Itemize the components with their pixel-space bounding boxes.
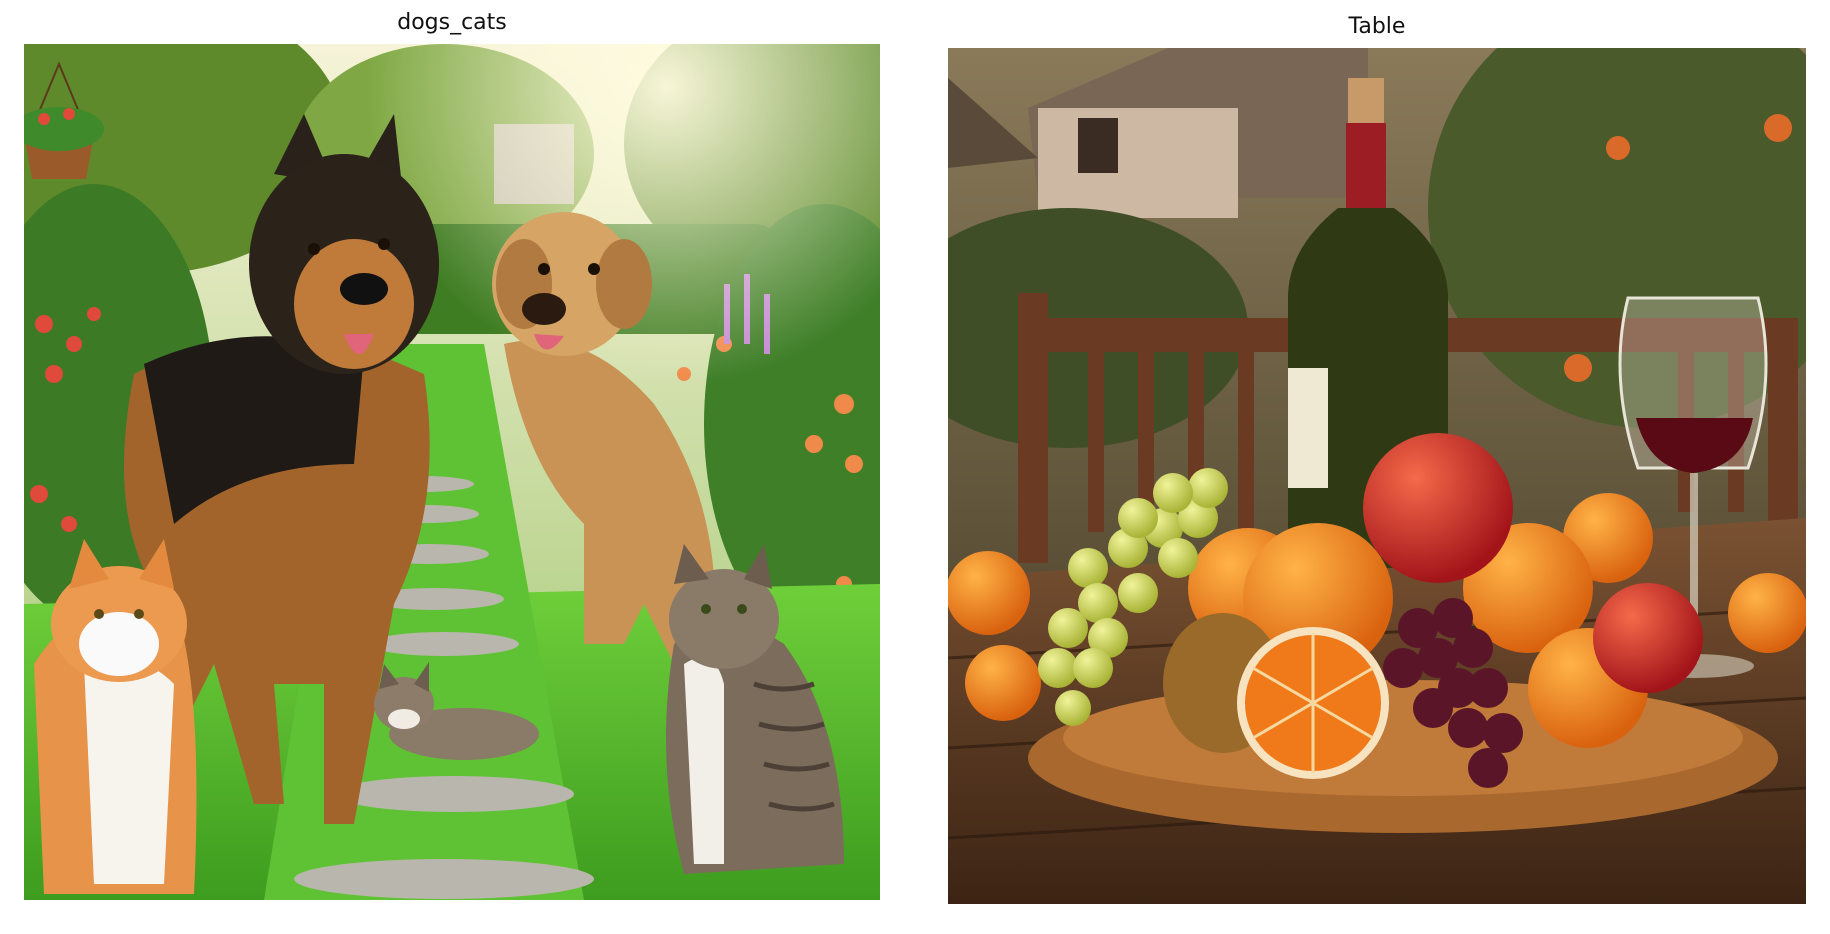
orange xyxy=(948,551,1030,635)
garden-scene xyxy=(24,44,880,900)
figure: dogs_cats Table xyxy=(0,0,1830,934)
table-image xyxy=(948,48,1806,904)
orange-half xyxy=(965,645,1041,721)
dogs-cats-image xyxy=(24,44,880,900)
panel-table: Table xyxy=(948,0,1806,905)
panel-title: Table xyxy=(1348,14,1406,39)
table-scene xyxy=(948,48,1806,904)
panel-dogs-cats: dogs_cats xyxy=(24,0,880,905)
panel-title: dogs_cats xyxy=(397,10,507,35)
red-apple xyxy=(1363,433,1513,583)
orange xyxy=(1728,573,1806,653)
